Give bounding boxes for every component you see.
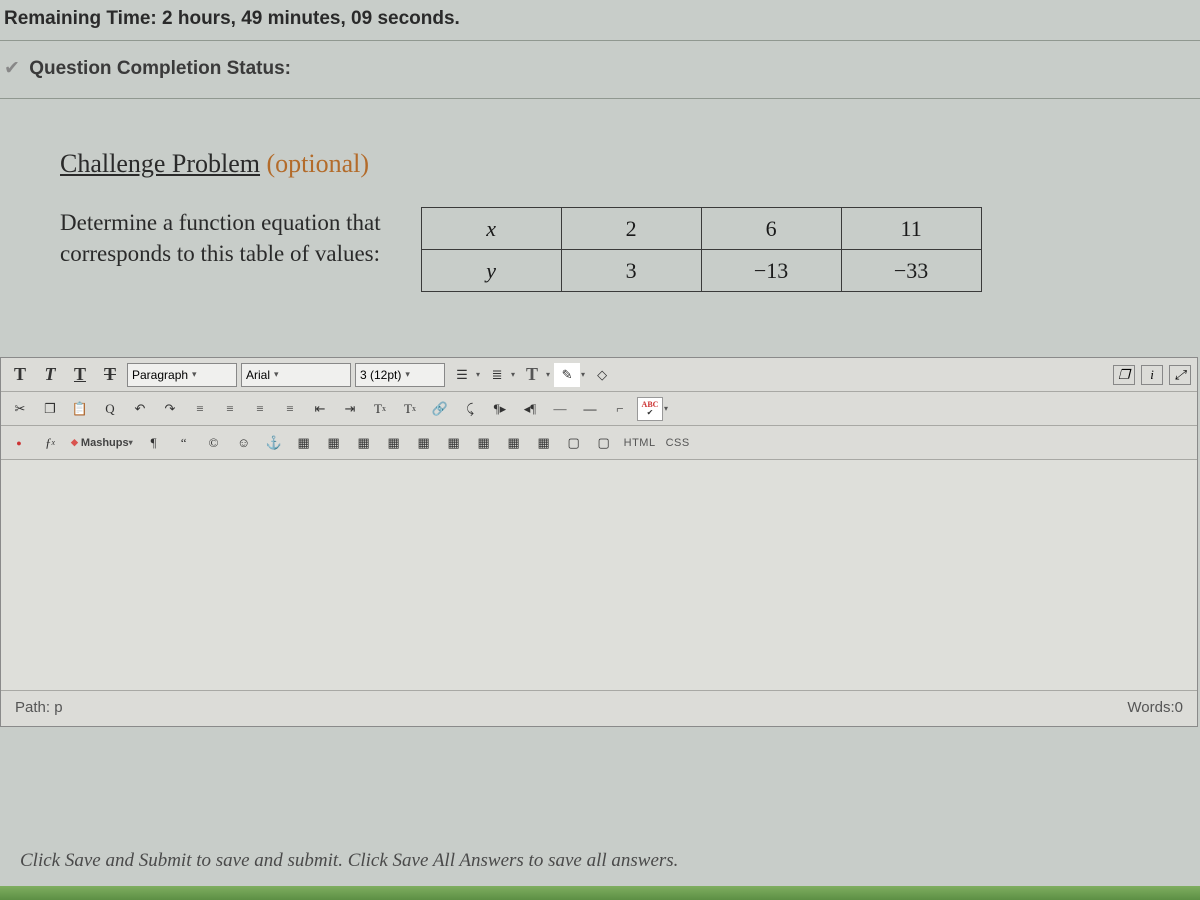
underline-button[interactable]: T xyxy=(67,363,93,387)
toolbar-row-1: T T T T Paragraph▾ Arial▾ 3 (12pt)▾ ☰▾ ≣… xyxy=(1,358,1197,392)
editor-content-area[interactable] xyxy=(1,460,1197,690)
copyright-button[interactable]: © xyxy=(201,431,227,455)
redo-button[interactable]: ↷ xyxy=(157,397,183,421)
undo-button[interactable]: ↶ xyxy=(127,397,153,421)
table-cell: −33 xyxy=(841,250,981,292)
editor-path: Path: p xyxy=(15,699,63,716)
numbered-list-button[interactable]: ≣ xyxy=(484,363,510,387)
font-family-select[interactable]: Arial▾ xyxy=(241,363,351,387)
anchor-button[interactable]: ⚓ xyxy=(261,431,287,455)
remaining-time-bar: Remaining Time: 2 hours, 49 minutes, 09 … xyxy=(0,0,1200,40)
table-row: x 2 6 11 xyxy=(421,208,981,250)
table-cell: 6 xyxy=(701,208,841,250)
paragraph-format-select[interactable]: Paragraph▾ xyxy=(127,363,237,387)
link-button[interactable]: 🔗 xyxy=(427,397,453,421)
clear-formatting-button[interactable]: ◇ xyxy=(589,363,615,387)
question-title-main: Challenge Problem xyxy=(60,149,260,178)
table-cell: 11 xyxy=(841,208,981,250)
question-prompt: Determine a function equation that corre… xyxy=(60,207,381,269)
table-row-after-button[interactable]: ▦ xyxy=(351,431,377,455)
info-icon[interactable]: i xyxy=(1141,365,1163,385)
hr-thick-button[interactable]: — xyxy=(577,397,603,421)
table-delete-row-button[interactable]: ▦ xyxy=(441,431,467,455)
preview-icon[interactable]: ❐ xyxy=(1113,365,1135,385)
strikethrough-button[interactable]: T xyxy=(97,363,123,387)
ltr-button[interactable]: ¶▸ xyxy=(487,397,513,421)
values-table: x 2 6 11 y 3 −13 −33 xyxy=(421,207,982,292)
hr-thin-button[interactable]: — xyxy=(547,397,573,421)
table-merge-button[interactable]: ▦ xyxy=(501,431,527,455)
table-props-button[interactable]: ▢ xyxy=(561,431,587,455)
table-row-before-button[interactable]: ▦ xyxy=(321,431,347,455)
spellcheck-button[interactable]: ABC✔ xyxy=(637,397,663,421)
bottom-green-bar xyxy=(0,886,1200,900)
toolbar-row-3: ● ƒx ◆Mashups▾ ¶ “ © ☺ ⚓ ▦ ▦ ▦ ▦ ▦ ▦ ▦ ▦… xyxy=(1,426,1197,460)
mashups-button[interactable]: ◆Mashups▾ xyxy=(67,437,137,449)
align-center-button[interactable]: ≡ xyxy=(217,397,243,421)
copy-button[interactable]: ❐ xyxy=(37,397,63,421)
table-cell: −13 xyxy=(701,250,841,292)
rich-text-editor: T T T T Paragraph▾ Arial▾ 3 (12pt)▾ ☰▾ ≣… xyxy=(0,357,1198,727)
nbsp-button[interactable]: ⌐ xyxy=(607,397,633,421)
question-title: Challenge Problem (optional) xyxy=(60,149,1140,179)
table-row: y 3 −13 −33 xyxy=(421,250,981,292)
remaining-time-label: Remaining Time: xyxy=(4,8,157,29)
question-prompt-line2: corresponds to this table of values: xyxy=(60,238,381,269)
bullet-list-button[interactable]: ☰ xyxy=(449,363,475,387)
completion-status-row: ✔ Question Completion Status: xyxy=(0,40,1200,99)
table-split-button[interactable]: ▦ xyxy=(531,431,557,455)
table-cell: 2 xyxy=(561,208,701,250)
question-title-optional: (optional) xyxy=(267,149,370,178)
italic-button[interactable]: T xyxy=(37,363,63,387)
font-size-select[interactable]: 3 (12pt)▾ xyxy=(355,363,445,387)
record-button[interactable]: ● xyxy=(7,431,33,455)
superscript-button[interactable]: Tx xyxy=(367,397,393,421)
unlink-button[interactable]: ⤹ xyxy=(457,397,483,421)
pilcrow-button[interactable]: ¶ xyxy=(141,431,167,455)
find-button[interactable]: Q xyxy=(97,397,123,421)
table-col-after-button[interactable]: ▦ xyxy=(411,431,437,455)
outdent-button[interactable]: ⇥ xyxy=(337,397,363,421)
word-count: Words:0 xyxy=(1127,699,1183,716)
align-right-button[interactable]: ≡ xyxy=(247,397,273,421)
table-delete-col-button[interactable]: ▦ xyxy=(471,431,497,455)
save-hint: Click Save and Submit to save and submit… xyxy=(20,850,678,872)
table-col-before-button[interactable]: ▦ xyxy=(381,431,407,455)
question-prompt-line1: Determine a function equation that xyxy=(60,207,381,238)
highlight-color-button[interactable]: ✎ xyxy=(554,363,580,387)
quote-button[interactable]: “ xyxy=(171,431,197,455)
remaining-time-value: 2 hours, 49 minutes, xyxy=(162,8,346,29)
align-left-button[interactable]: ≡ xyxy=(187,397,213,421)
css-view-button[interactable]: CSS xyxy=(663,437,693,449)
remaining-time-seconds: 09 seconds. xyxy=(351,8,460,29)
table-cell: 3 xyxy=(561,250,701,292)
paste-button[interactable]: 📋 xyxy=(67,397,93,421)
table-cell-y-label: y xyxy=(421,250,561,292)
rtl-button[interactable]: ◂¶ xyxy=(517,397,543,421)
fx-button[interactable]: ƒx xyxy=(37,431,63,455)
fullscreen-icon[interactable]: ⤢ xyxy=(1169,365,1191,385)
cut-button[interactable]: ✂ xyxy=(7,397,33,421)
align-justify-button[interactable]: ≡ xyxy=(277,397,303,421)
table-delete-button[interactable]: ▢ xyxy=(591,431,617,455)
bold-button[interactable]: T xyxy=(7,363,33,387)
table-button[interactable]: ▦ xyxy=(291,431,317,455)
completion-status-label: Question Completion Status: xyxy=(29,58,291,79)
editor-footer: Path: p Words:0 xyxy=(1,690,1197,726)
html-view-button[interactable]: HTML xyxy=(621,437,659,449)
subscript-button[interactable]: Tx xyxy=(397,397,423,421)
emoji-button[interactable]: ☺ xyxy=(231,431,257,455)
table-cell-x-label: x xyxy=(421,208,561,250)
text-color-button[interactable]: T xyxy=(519,363,545,387)
toolbar-row-2: ✂ ❐ 📋 Q ↶ ↷ ≡ ≡ ≡ ≡ ⇤ ⇥ Tx Tx 🔗 ⤹ ¶▸ ◂¶ … xyxy=(1,392,1197,426)
question-area: Challenge Problem (optional) Determine a… xyxy=(0,99,1200,322)
indent-button[interactable]: ⇤ xyxy=(307,397,333,421)
